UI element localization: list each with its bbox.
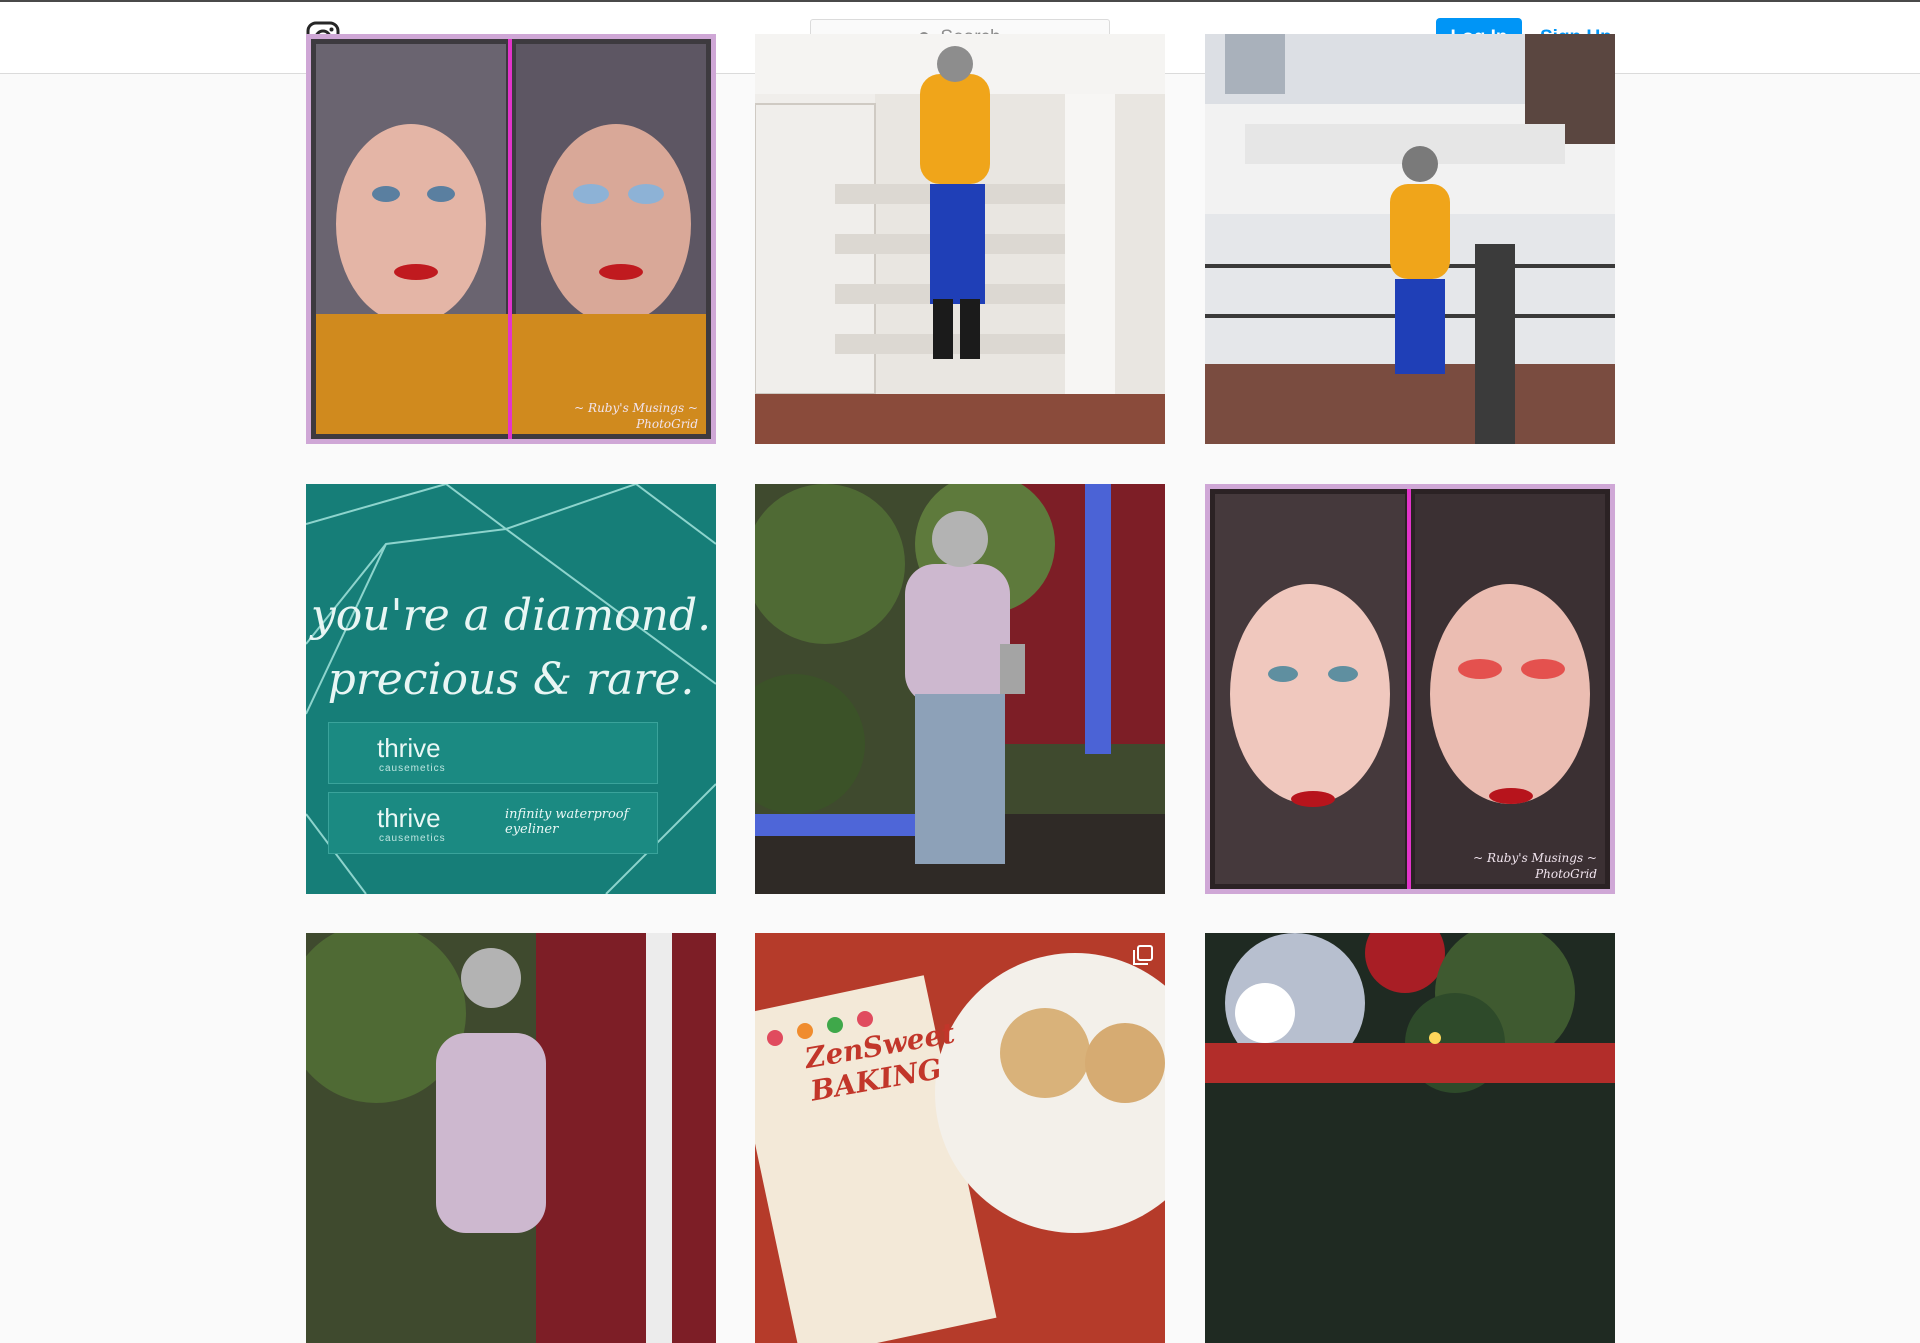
product-box: thrive causemetics [328,722,658,784]
multiple-photos-icon [1133,945,1153,965]
post-image [1205,34,1615,444]
post-image [755,34,1165,444]
post-thumbnail[interactable]: ~ Ruby's Musings ~ PhotoGrid [306,34,716,444]
post-image [1205,933,1615,1343]
post-thumbnail[interactable]: ZenSweet BAKING [755,933,1165,1343]
post-image [1205,484,1615,894]
post-thumbnail[interactable] [1205,34,1615,444]
post-image [306,933,716,1343]
post-thumbnail[interactable] [755,34,1165,444]
quote-text: you're a diamond. precious & rare. [310,590,712,705]
post-image [755,484,1165,894]
post-thumbnail[interactable]: ~ Ruby's Musings ~ PhotoGrid [1205,484,1615,894]
post-image [755,933,1165,1343]
watermark: ~ Ruby's Musings ~ PhotoGrid [1473,851,1597,881]
post-image [306,34,716,444]
post-thumbnail[interactable]: you're a diamond. precious & rare. thriv… [306,484,716,894]
watermark: ~ Ruby's Musings ~ PhotoGrid [574,401,698,431]
post-thumbnail[interactable] [1205,933,1615,1343]
product-box: thrive causemetics infinity waterproof e… [328,792,658,854]
post-thumbnail[interactable] [306,933,716,1343]
post-thumbnail[interactable] [755,484,1165,894]
